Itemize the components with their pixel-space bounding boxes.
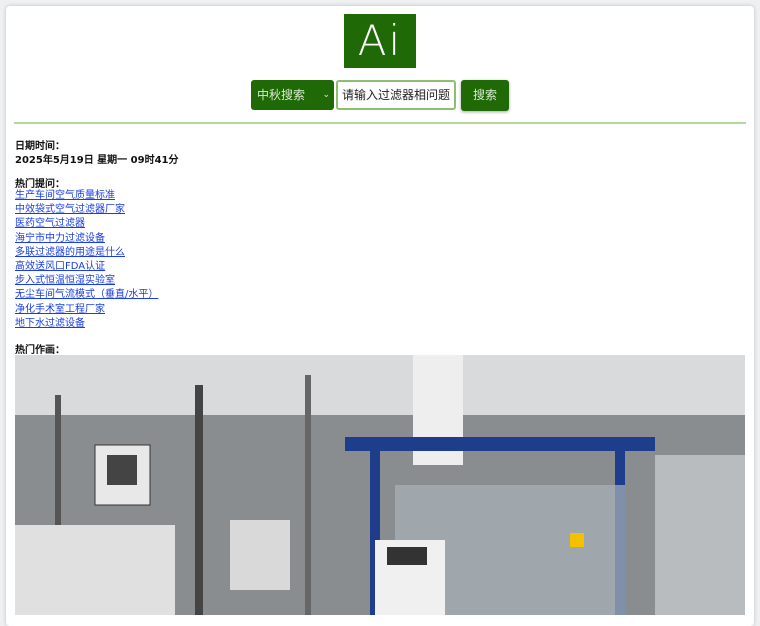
datetime-label: 日期时间： (15, 141, 65, 152)
search-input[interactable]: 请输入过滤器相问题 (336, 80, 456, 110)
search-placeholder: 请输入过滤器相问题 (342, 88, 451, 102)
hot-question-link[interactable]: 净化手术室工程厂家 (15, 303, 158, 317)
hot-question-link[interactable]: 生产车间空气质量标准 (15, 189, 158, 203)
hot-questions-label: 热门提问： (15, 179, 65, 190)
search-button[interactable]: 搜索 (461, 80, 509, 111)
hot-questions-list: 生产车间空气质量标准 中效袋式空气过滤器厂家 医药空气过滤器 海宁市中力过滤设备… (15, 189, 158, 331)
hot-question-link[interactable]: 海宁市中力过滤设备 (15, 232, 158, 246)
search-engine-select[interactable]: 中秋搜索 ⌄ (251, 80, 334, 110)
hot-question-link[interactable]: 步入式恒温恒湿实验室 (15, 274, 158, 288)
selected-engine: 中秋搜索 (257, 88, 306, 102)
hot-question-link[interactable]: 无尘车间气流模式（垂直/水平） (15, 288, 158, 302)
datetime-value: 2025年5月19日 星期一 09时41分 (15, 155, 179, 166)
page-card: Ai 中秋搜索 ⌄ 请输入过滤器相问题 搜索 日期时间： 2025年5月19日 星… (6, 6, 754, 626)
hot-question-link[interactable]: 中效袋式空气过滤器厂家 (15, 203, 158, 217)
ai-logo: Ai (344, 14, 416, 68)
painting-image[interactable] (15, 355, 745, 615)
hot-question-link[interactable]: 高效送风口FDA认证 (15, 260, 158, 274)
factory-image-art (15, 355, 745, 615)
hot-question-link[interactable]: 地下水过滤设备 (15, 317, 158, 331)
hot-paintings-label: 热门作画： (15, 345, 65, 356)
hot-question-link[interactable]: 多联过滤器的用途是什么 (15, 246, 158, 260)
chevron-down-icon: ⌄ (322, 90, 330, 100)
divider (14, 122, 746, 124)
hot-question-link[interactable]: 医药空气过滤器 (15, 217, 158, 231)
